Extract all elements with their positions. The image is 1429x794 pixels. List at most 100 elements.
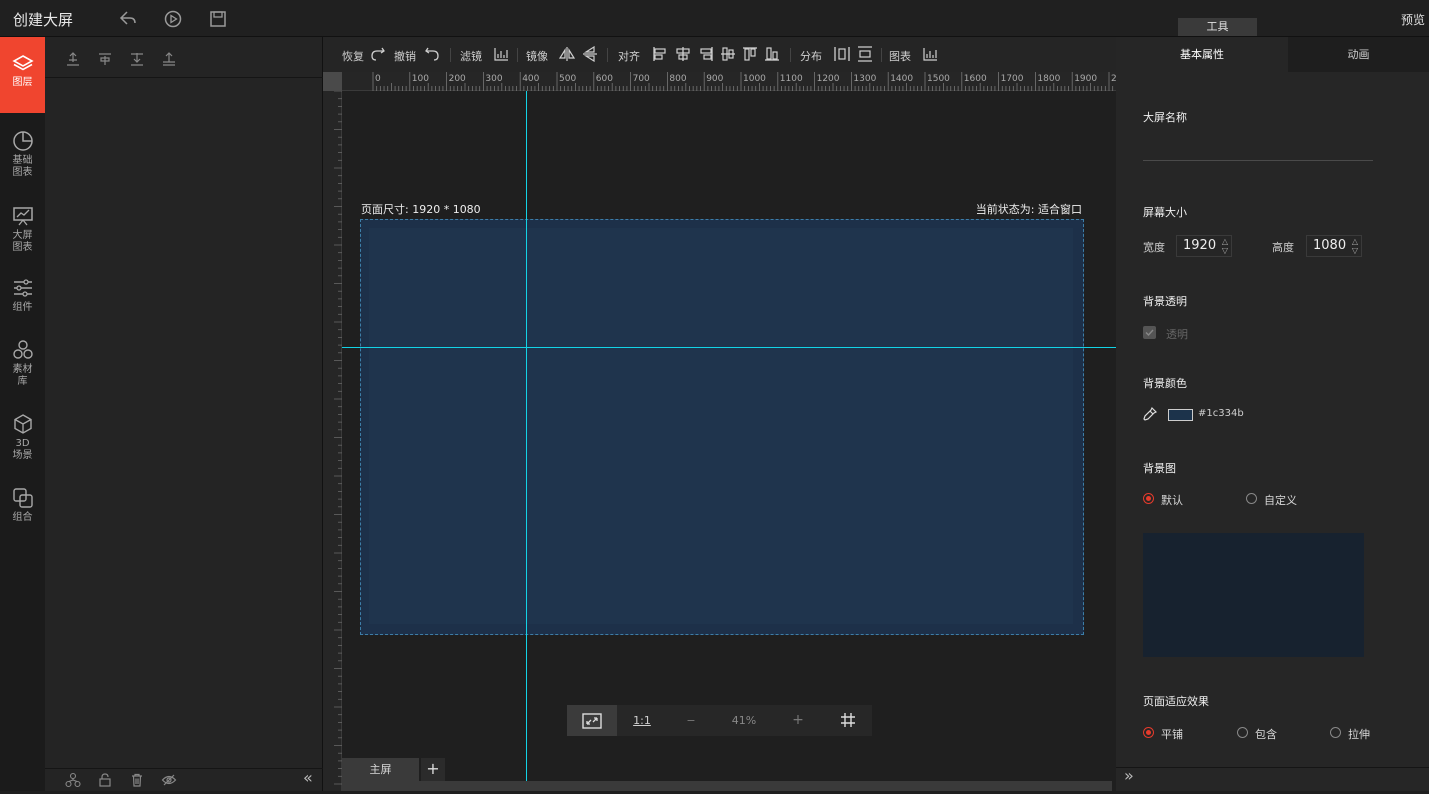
vertical-ruler[interactable] <box>323 90 342 791</box>
nav-screen-charts[interactable]: 大屏 图表 <box>0 205 45 254</box>
horizontal-scrollbar[interactable] <box>342 781 1112 791</box>
bg-image-title: 背景图 <box>1143 462 1176 475</box>
toolbar-separator <box>607 48 608 62</box>
nav-3d-scene[interactable]: 3D 场景 <box>0 413 45 462</box>
preview-button[interactable]: 预览 <box>1401 11 1425 28</box>
nav-materials[interactable]: 素材 库 <box>0 339 45 388</box>
align-right-icon[interactable] <box>698 46 714 65</box>
align-left-icon[interactable] <box>652 46 668 65</box>
grid-toggle-button[interactable] <box>824 705 872 736</box>
actual-size-button[interactable]: 1:1 <box>617 705 667 736</box>
width-stepper-icon[interactable]: △ ▽ <box>1222 237 1228 255</box>
save-icon[interactable] <box>208 9 228 29</box>
flip-vertical-icon[interactable] <box>582 45 598 65</box>
align-bottom-icon[interactable] <box>764 46 780 65</box>
move-up-icon[interactable] <box>97 51 113 70</box>
zoom-in-button[interactable]: + <box>773 705 823 736</box>
tools-tab[interactable]: 工具 <box>1178 18 1257 36</box>
fit-effect-title: 页面适应效果 <box>1143 695 1209 708</box>
flip-horizontal-icon[interactable] <box>558 46 576 65</box>
undo-button[interactable]: 撤销 <box>394 48 416 64</box>
fit-contain-radio[interactable] <box>1237 727 1248 738</box>
nav-basic-charts-label: 基础 图表 <box>12 155 33 178</box>
fit-window-button[interactable] <box>567 705 617 736</box>
presentation-chart-icon <box>12 207 33 226</box>
ruler-label: 1100 <box>780 74 803 84</box>
move-bottom-icon[interactable] <box>161 51 177 70</box>
play-icon[interactable] <box>163 9 183 29</box>
fit-stretch-radio[interactable] <box>1330 727 1341 738</box>
align-top-icon[interactable] <box>742 46 758 65</box>
move-down-icon[interactable] <box>129 51 145 70</box>
horizontal-guide-line[interactable] <box>342 347 1116 348</box>
screen-tab-main[interactable]: 主屏 <box>342 758 419 782</box>
collapse-left-icon[interactable]: « <box>303 768 313 787</box>
bar-chart-icon[interactable] <box>493 46 509 65</box>
top-bar: 创建大屏 工具 预览 <box>0 0 1429 37</box>
app-title: 创建大屏 <box>13 11 74 29</box>
filter-button[interactable]: 滤镜 <box>460 48 482 64</box>
chart-icon[interactable] <box>922 46 938 65</box>
nav-group[interactable]: 组合 <box>0 487 45 524</box>
redo-button[interactable]: 恢复 <box>342 48 364 64</box>
back-icon[interactable] <box>118 9 138 29</box>
ruler-label: 200 <box>449 74 466 84</box>
eyedropper-icon[interactable] <box>1142 406 1158 425</box>
horizontal-ruler[interactable]: 0 100 200 300 400 500 600 700 800 900 1000 1100 1200… <box>342 72 1123 91</box>
screen-canvas[interactable] <box>360 219 1084 635</box>
fit-tile-radio[interactable] <box>1143 727 1154 738</box>
chart-button[interactable]: 图表 <box>889 48 911 64</box>
nav-3d-scene-label: 3D 场景 <box>12 438 33 461</box>
lock-icon[interactable] <box>97 772 113 791</box>
ruler-label: 1900 <box>1074 74 1097 84</box>
nav-layers[interactable]: 图层 <box>0 37 45 113</box>
align-middle-icon[interactable] <box>720 46 736 65</box>
trash-icon[interactable] <box>129 772 145 791</box>
transparent-checkbox[interactable] <box>1143 326 1156 339</box>
ruler-label: 1300 <box>853 74 876 84</box>
align-center-h-icon[interactable] <box>675 46 691 65</box>
width-input[interactable]: 1920 △ ▽ <box>1176 235 1232 257</box>
screen-size-title: 屏幕大小 <box>1143 206 1187 219</box>
screen-name-title: 大屏名称 <box>1143 111 1187 124</box>
height-stepper-icon[interactable]: △ ▽ <box>1352 237 1358 255</box>
distribute-h-icon[interactable] <box>834 46 850 65</box>
toolbar-separator <box>450 48 451 62</box>
bg-default-radio[interactable] <box>1143 493 1154 504</box>
panel-divider <box>1116 767 1429 768</box>
fit-contain-label: 包含 <box>1255 728 1277 741</box>
ruler-label: 700 <box>633 74 650 84</box>
width-value: 1920 <box>1183 238 1217 253</box>
vertical-ruler-ticks <box>334 90 342 785</box>
hierarchy-icon[interactable] <box>65 772 81 791</box>
vertical-guide-line[interactable] <box>526 91 527 791</box>
move-top-icon[interactable] <box>65 51 81 70</box>
ruler-label: 1700 <box>1001 74 1024 84</box>
height-input[interactable]: 1080 △ ▽ <box>1306 235 1362 257</box>
align-button[interactable]: 对齐 <box>618 48 640 64</box>
width-label: 宽度 <box>1143 241 1165 254</box>
height-value: 1080 <box>1313 238 1347 253</box>
page-size-label: 页面尺寸: 1920 * 1080 <box>361 203 481 216</box>
nav-basic-charts[interactable]: 基础 图表 <box>0 130 45 179</box>
bg-custom-radio[interactable] <box>1246 493 1257 504</box>
zoom-out-button[interactable]: − <box>667 705 715 736</box>
collapse-right-icon[interactable]: » <box>1124 766 1134 785</box>
distribute-v-icon[interactable] <box>857 46 873 65</box>
undo-icon[interactable] <box>424 46 440 65</box>
tab-basic-properties[interactable]: 基本属性 <box>1116 37 1288 72</box>
ruler-label: 400 <box>522 74 539 84</box>
distribute-button[interactable]: 分布 <box>800 48 822 64</box>
bg-color-swatch[interactable] <box>1168 409 1193 421</box>
nav-components[interactable]: 组件 <box>0 277 45 314</box>
redo-icon[interactable] <box>370 46 386 65</box>
ruler-label: 900 <box>706 74 723 84</box>
bg-image-preview[interactable] <box>1143 533 1364 657</box>
screen-name-input[interactable] <box>1143 140 1373 161</box>
eye-hidden-icon[interactable] <box>161 772 177 791</box>
tab-animation[interactable]: 动画 <box>1288 37 1429 72</box>
height-label: 高度 <box>1272 241 1294 254</box>
add-screen-button[interactable]: + <box>421 758 445 782</box>
mirror-button[interactable]: 镜像 <box>526 48 548 64</box>
fit-tile-label: 平铺 <box>1161 728 1183 741</box>
